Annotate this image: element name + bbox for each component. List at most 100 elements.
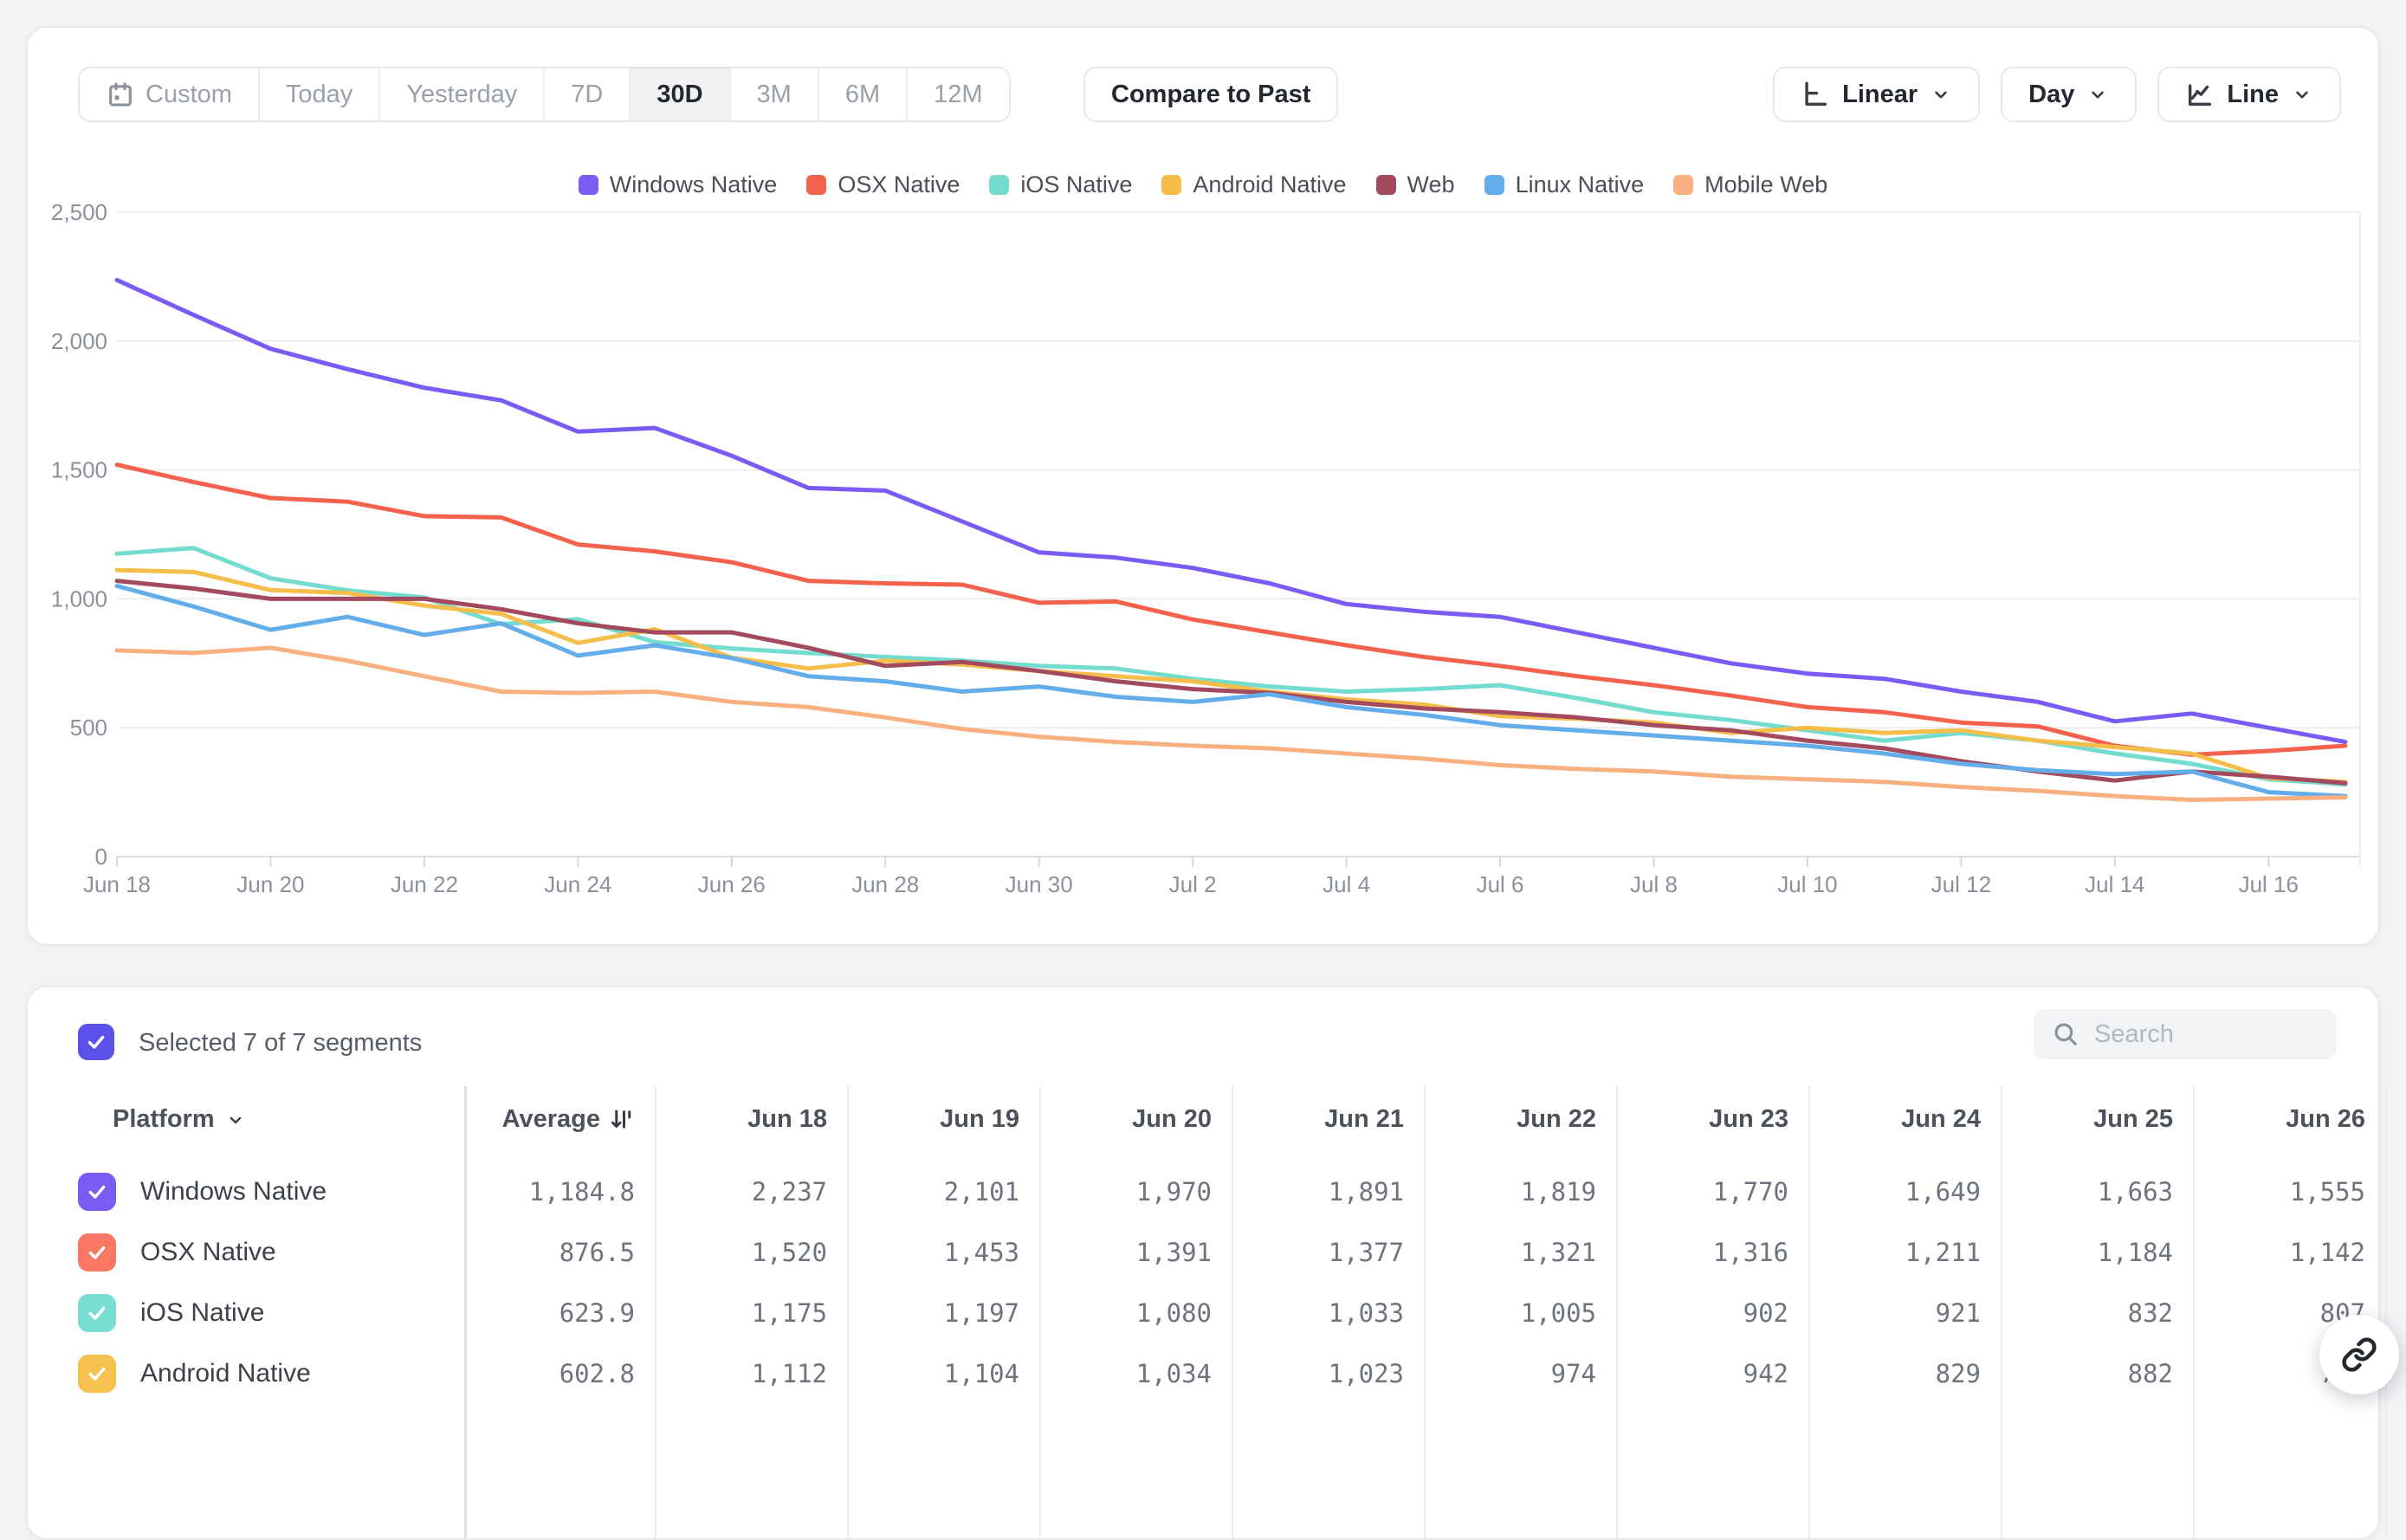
svg-text:Jun 26: Jun 26 [698,871,766,897]
column-divider [464,1086,467,1538]
average-value: 602.8 [559,1359,635,1388]
date-value: 2,101 [944,1177,1019,1207]
date-value: 902 [1743,1298,1788,1328]
search-icon [2051,1019,2080,1049]
date-value: 942 [1743,1359,1788,1388]
date-column-header[interactable]: Jun 26 [2286,1105,2365,1134]
average-header-label: Average [502,1105,600,1134]
svg-text:Jul 2: Jul 2 [1169,871,1217,897]
date-column-header[interactable]: Jun 22 [1517,1105,1596,1134]
date-column-header[interactable]: Jun 18 [747,1105,827,1134]
platform-name: Android Native [140,1359,311,1388]
average-value: 1,184.8 [529,1177,635,1207]
date-value: 1,197 [944,1298,1019,1328]
table-header-row: Platform Average Jun 18 Jun 19 Jun 20 Jun 2… [28,1086,2378,1157]
search-input[interactable] [2094,1020,2311,1049]
svg-text:Jun 24: Jun 24 [544,871,611,897]
svg-text:Jul 6: Jul 6 [1477,871,1524,897]
table-row: iOS Native 623.9 1,175 1,197 1,080 1,033 1,005… [28,1283,2378,1343]
average-value: 623.9 [559,1298,635,1328]
date-value: 1,080 [1136,1298,1212,1328]
svg-text:1,500: 1,500 [51,457,107,483]
date-value: 974 [1551,1359,1596,1388]
date-value: 829 [1936,1359,1981,1388]
date-value: 1,005 [1521,1298,1596,1328]
average-column-header[interactable]: Average [502,1105,635,1134]
date-value: 1,770 [1713,1177,1788,1207]
column-divider [2001,1086,2002,1538]
svg-text:Jul 10: Jul 10 [1777,871,1837,897]
line-chart: 05001,0001,5002,0002,500Jun 18Jun 20Jun … [28,28,2382,929]
table-rows: Windows Native1,184.82,2372,1011,9701,89… [28,1161,2378,1404]
svg-text:Jun 18: Jun 18 [83,871,151,897]
row-checkbox[interactable] [78,1355,116,1393]
date-value: 1,104 [944,1359,1019,1388]
platform-name: OSX Native [140,1238,276,1267]
column-divider [1616,1086,1618,1538]
svg-text:Jul 12: Jul 12 [1931,871,1991,897]
select-all-checkbox[interactable] [78,1024,114,1060]
date-column-header[interactable]: Jun 19 [940,1105,1019,1134]
selected-summary: Selected 7 of 7 segments [139,1029,422,1058]
date-value: 1,663 [2098,1177,2173,1207]
svg-text:Jul 4: Jul 4 [1323,871,1370,897]
average-value: 876.5 [559,1238,635,1267]
date-value: 1,316 [1713,1238,1788,1267]
chevron-down-icon [225,1110,246,1130]
date-value: 1,142 [2290,1238,2365,1267]
date-value: 1,034 [1136,1359,1212,1388]
svg-text:1,000: 1,000 [51,586,107,611]
date-value: 1,033 [1329,1298,1404,1328]
date-value: 1,555 [2290,1177,2365,1207]
date-value: 1,211 [1905,1238,1981,1267]
column-divider [847,1086,849,1538]
platform-name: iOS Native [140,1298,264,1328]
svg-text:500: 500 [70,715,107,741]
date-value: 921 [1936,1298,1981,1328]
date-column-header[interactable]: Jun 24 [1901,1105,1981,1134]
chart-card: CustomTodayYesterday7D30D3M6M12M Compare… [26,26,2380,946]
column-divider [1808,1086,1810,1538]
date-value: 1,175 [752,1298,827,1328]
svg-text:Jul 16: Jul 16 [2239,871,2299,897]
column-divider [1424,1086,1426,1538]
sort-descending-icon [609,1107,635,1133]
date-value: 1,321 [1521,1238,1596,1267]
date-value: 2,237 [752,1177,827,1207]
date-value: 1,184 [2098,1238,2173,1267]
date-value: 1,970 [1136,1177,1212,1207]
column-divider [1039,1086,1041,1538]
date-value: 832 [2128,1298,2173,1328]
date-value: 1,377 [1329,1238,1404,1267]
date-column-header[interactable]: Jun 23 [1709,1105,1788,1134]
table-row: Android Native602.81,1121,1041,0341,0239… [28,1343,2378,1404]
svg-text:Jun 30: Jun 30 [1006,871,1073,897]
svg-text:Jun 28: Jun 28 [851,871,919,897]
row-checkbox[interactable] [78,1294,116,1332]
date-value: 1,391 [1136,1238,1212,1267]
table-row: OSX Native876.51,5201,4531,3911,3771,321… [28,1222,2378,1283]
platform-column-header[interactable]: Platform [113,1105,246,1134]
date-column-header[interactable]: Jun 21 [1324,1105,1404,1134]
platform-header-label: Platform [113,1105,215,1134]
share-link-fab[interactable] [2319,1315,2399,1394]
date-column-header[interactable]: Jun 25 [2093,1105,2173,1134]
svg-text:2,000: 2,000 [51,328,107,354]
check-icon [86,1241,108,1264]
svg-text:Jun 20: Jun 20 [236,871,304,897]
row-checkbox[interactable] [78,1233,116,1271]
date-value: 1,649 [1905,1177,1981,1207]
platform-name: Windows Native [140,1177,327,1207]
table-row: Windows Native1,184.82,2372,1011,9701,89… [28,1161,2378,1222]
svg-text:2,500: 2,500 [51,199,107,225]
date-value: 1,520 [752,1238,827,1267]
segments-table-card: Selected 7 of 7 segments Platform Averag… [26,986,2380,1540]
series-line-windows-native [117,280,2345,741]
check-icon [85,1031,107,1053]
date-value: 1,112 [752,1359,827,1388]
row-checkbox[interactable] [78,1173,116,1211]
link-icon [2341,1336,2377,1373]
date-column-header[interactable]: Jun 20 [1132,1105,1212,1134]
svg-text:Jun 22: Jun 22 [391,871,458,897]
column-divider [655,1086,656,1538]
